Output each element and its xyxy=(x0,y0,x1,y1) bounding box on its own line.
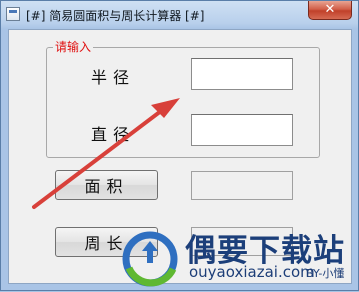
watermark-byline: BY-小懂 xyxy=(306,267,345,280)
area-button[interactable]: 面积 xyxy=(55,170,158,200)
radius-label: 半径 xyxy=(91,68,136,87)
site-watermark: 偶要下载站 ouyaoxiazai.com BY-小懂 xyxy=(113,219,359,292)
window-title: [#] 简易圆面积与周长计算器 [#] xyxy=(26,9,205,23)
watermark-url: ouyaoxiazai.com xyxy=(189,263,315,281)
diameter-label: 直径 xyxy=(91,125,136,144)
app-window: [#] 简易圆面积与周长计算器 [#] ✕ 请输入 半径 直径 面积 周长 偶要… xyxy=(0,0,359,291)
close-button[interactable]: ✕ xyxy=(308,1,352,20)
groupbox-title: 请输入 xyxy=(53,39,94,55)
title-bar[interactable]: [#] 简易圆面积与周长计算器 [#] ✕ xyxy=(1,1,358,29)
area-output[interactable] xyxy=(191,171,293,200)
radius-input[interactable] xyxy=(191,58,293,90)
app-icon xyxy=(6,7,20,21)
watermark-logo-icon xyxy=(122,231,178,287)
diameter-input[interactable] xyxy=(191,114,293,146)
